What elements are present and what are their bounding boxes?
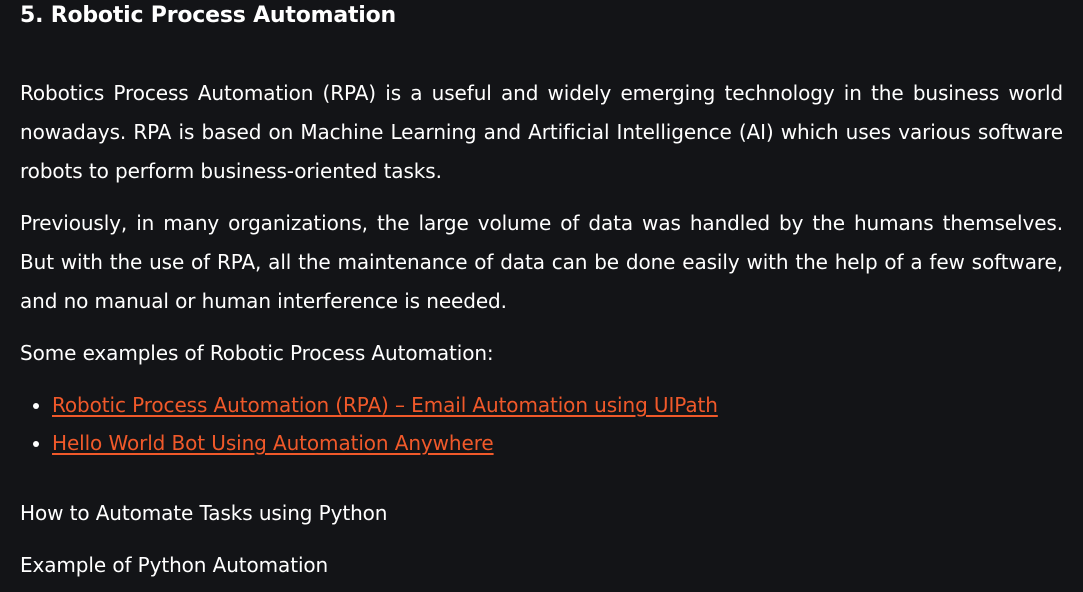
examples-intro: Some examples of Robotic Process Automat… [20,341,494,365]
section-heading: 5. Robotic Process Automation [20,3,397,28]
example-link-uipath-email[interactable]: Robotic Process Automation (RPA) – Email… [52,393,718,417]
list-item: Robotic Process Automation (RPA) – Email… [52,386,1063,424]
paragraph-rpa-definition: Robotics Process Automation (RPA) is a u… [20,81,1063,183]
list-item: Hello World Bot Using Automation Anywher… [52,424,1063,462]
related-article-automate-tasks[interactable]: How to Automate Tasks using Python [20,494,1063,533]
related-article-python-example[interactable]: Example of Python Automation [20,546,1063,585]
example-link-hello-world-bot[interactable]: Hello World Bot Using Automation Anywher… [52,431,494,455]
examples-list: Robotic Process Automation (RPA) – Email… [20,386,1063,462]
paragraph-rpa-history: Previously, in many organizations, the l… [20,211,1063,313]
article-content: 5. Robotic Process Automation Robotics P… [0,0,1083,585]
